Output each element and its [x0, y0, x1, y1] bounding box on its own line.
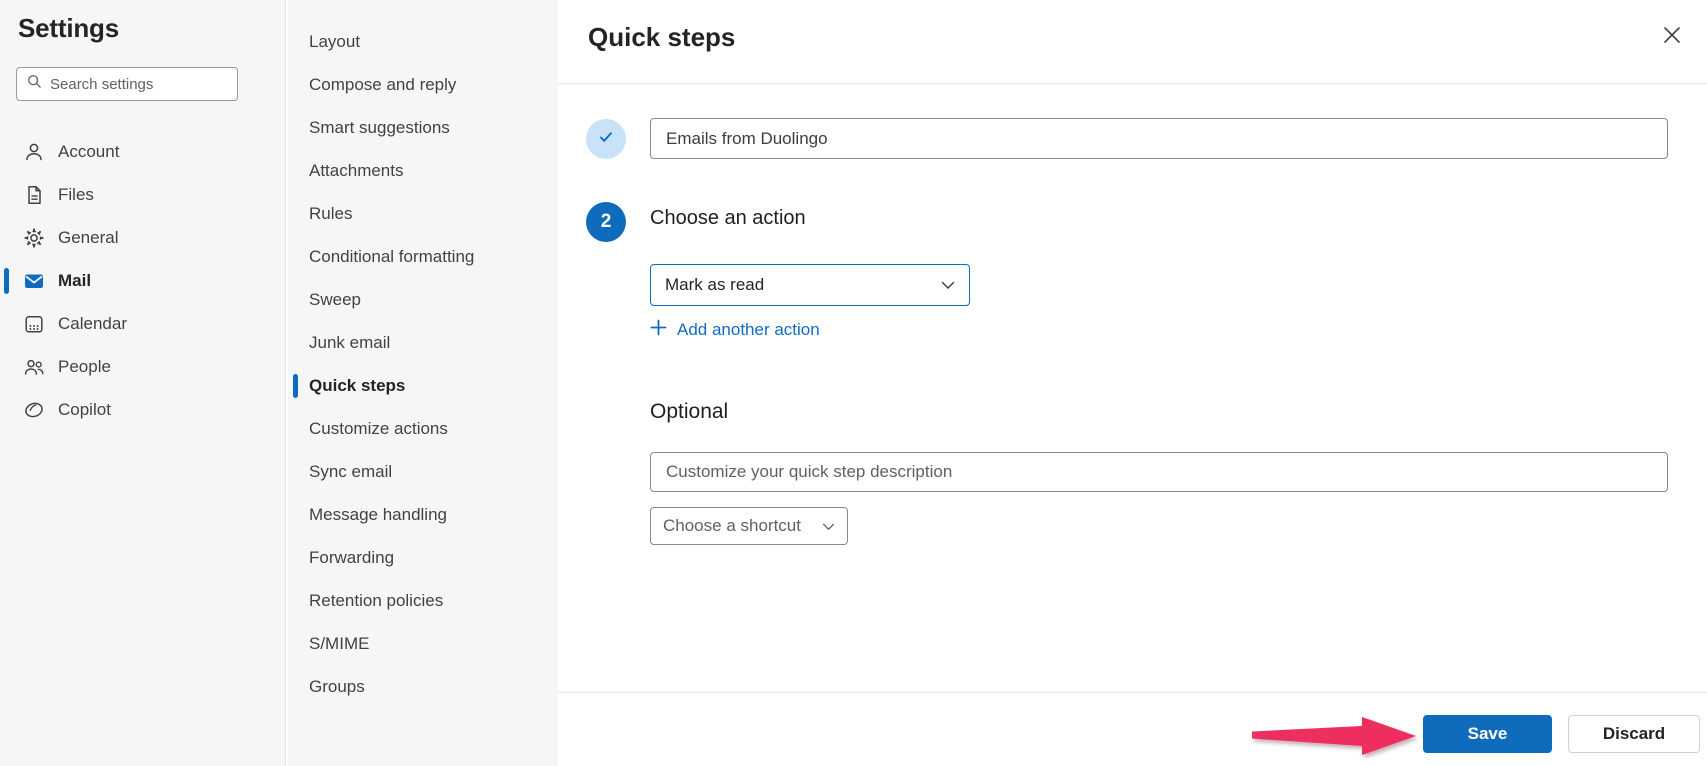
selected-indicator-bar: [293, 374, 298, 398]
search-settings-input[interactable]: [50, 76, 220, 93]
subnav-label: S/MIME: [309, 634, 369, 654]
file-icon: [23, 184, 45, 206]
subnav-item-layout[interactable]: Layout: [287, 20, 558, 63]
sidebar-item-label: General: [58, 228, 118, 248]
footer-divider: [558, 692, 1707, 693]
subnav-item-retention-policies[interactable]: Retention policies: [287, 579, 558, 622]
action-dropdown[interactable]: Mark as read: [650, 264, 970, 306]
sidebar-item-label: Files: [58, 185, 94, 205]
step-2-badge: 2: [586, 202, 626, 242]
quick-steps-panel: Quick steps 2 Choose an action: [558, 0, 1707, 766]
subnav-label: Junk email: [309, 333, 390, 353]
subnav-label: Customize actions: [309, 419, 448, 439]
discard-button[interactable]: Discard: [1568, 715, 1700, 753]
subnav-item-quick-steps[interactable]: Quick steps: [287, 364, 558, 407]
subnav-label: Message handling: [309, 505, 447, 525]
sidebar-item-label: People: [58, 357, 111, 377]
subnav-label: Attachments: [309, 161, 404, 181]
subnav-item-message-handling[interactable]: Message handling: [287, 493, 558, 536]
sidebar-item-account[interactable]: Account: [0, 130, 285, 173]
subnav-item-smart-suggestions[interactable]: Smart suggestions: [287, 106, 558, 149]
save-button[interactable]: Save: [1423, 715, 1552, 753]
choose-action-label: Choose an action: [650, 207, 806, 230]
subnav-item-attachments[interactable]: Attachments: [287, 149, 558, 192]
close-button[interactable]: [1659, 24, 1685, 50]
subnav-item-forwarding[interactable]: Forwarding: [287, 536, 558, 579]
outlook-settings-window: Settings Account: [0, 0, 1707, 766]
subnav-item-conditional-formatting[interactable]: Conditional formatting: [287, 235, 558, 278]
subnav-label: Smart suggestions: [309, 118, 450, 138]
mail-settings-subnav: Layout Compose and reply Smart suggestio…: [287, 0, 558, 766]
subnav-label: Groups: [309, 677, 365, 697]
add-another-action-label: Add another action: [677, 320, 820, 340]
header-divider: [558, 83, 1707, 84]
subnav-item-compose-and-reply[interactable]: Compose and reply: [287, 63, 558, 106]
step-number: 2: [601, 211, 612, 233]
chevron-down-icon: [941, 275, 955, 295]
copilot-icon: [23, 399, 45, 421]
quick-step-description-input[interactable]: [650, 452, 1668, 492]
subnav-item-groups[interactable]: Groups: [287, 665, 558, 708]
sidebar-item-mail[interactable]: Mail: [0, 259, 285, 302]
subnav-label: Retention policies: [309, 591, 443, 611]
subnav-item-smime[interactable]: S/MIME: [287, 622, 558, 665]
mail-icon: [23, 270, 45, 292]
sidebar-item-general[interactable]: General: [0, 216, 285, 259]
annotation-arrow: [1250, 712, 1420, 760]
subnav-item-sweep[interactable]: Sweep: [287, 278, 558, 321]
sidebar-item-label: Account: [58, 142, 119, 162]
subnav-label: Conditional formatting: [309, 247, 474, 267]
search-icon: [26, 73, 43, 95]
calendar-icon: [23, 313, 45, 335]
close-icon: [1660, 23, 1684, 52]
panel-title: Quick steps: [588, 22, 735, 53]
sidebar-item-label: Mail: [58, 271, 91, 291]
settings-sidebar: Settings Account: [0, 0, 286, 766]
step-1-complete-badge: [586, 119, 626, 159]
quick-step-name-input[interactable]: [650, 118, 1668, 159]
subnav-label: Quick steps: [309, 376, 405, 396]
subnav-label: Layout: [309, 32, 360, 52]
selected-indicator-bar: [4, 268, 9, 294]
optional-heading: Optional: [650, 400, 728, 424]
subnav-label: Compose and reply: [309, 75, 456, 95]
subnav-label: Sync email: [309, 462, 392, 482]
person-icon: [23, 141, 45, 163]
add-another-action-link[interactable]: Add another action: [650, 319, 820, 341]
shortcut-dropdown[interactable]: Choose a shortcut: [650, 507, 848, 545]
checkmark-icon: [596, 127, 616, 152]
gear-icon: [23, 227, 45, 249]
sidebar-item-files[interactable]: Files: [0, 173, 285, 216]
settings-title: Settings: [18, 13, 119, 44]
action-dropdown-value: Mark as read: [665, 275, 764, 295]
subnav-label: Rules: [309, 204, 352, 224]
shortcut-dropdown-value: Choose a shortcut: [663, 516, 801, 536]
settings-category-nav: Account Files: [0, 130, 285, 431]
people-icon: [23, 356, 45, 378]
sidebar-item-calendar[interactable]: Calendar: [0, 302, 285, 345]
search-settings-box[interactable]: [16, 67, 238, 101]
plus-icon: [650, 319, 667, 341]
subnav-item-rules[interactable]: Rules: [287, 192, 558, 235]
subnav-item-sync-email[interactable]: Sync email: [287, 450, 558, 493]
chevron-down-icon: [822, 516, 835, 536]
subnav-label: Sweep: [309, 290, 361, 310]
subnav-item-junk-email[interactable]: Junk email: [287, 321, 558, 364]
sidebar-item-label: Calendar: [58, 314, 127, 334]
sidebar-item-copilot[interactable]: Copilot: [0, 388, 285, 431]
subnav-item-customize-actions[interactable]: Customize actions: [287, 407, 558, 450]
sidebar-item-people[interactable]: People: [0, 345, 285, 388]
sidebar-item-label: Copilot: [58, 400, 111, 420]
subnav-label: Forwarding: [309, 548, 394, 568]
